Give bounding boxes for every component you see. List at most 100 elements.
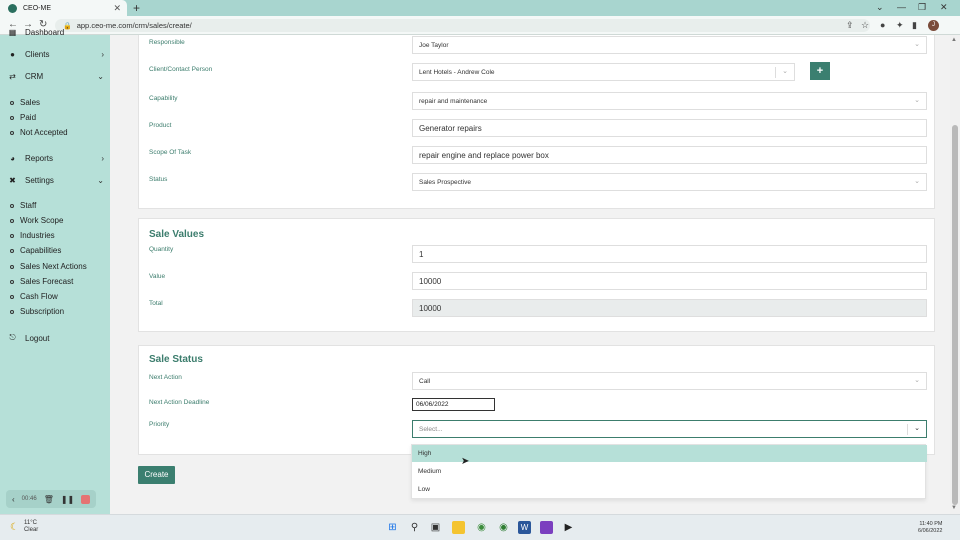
- product-label: Product: [149, 122, 172, 129]
- chevron-down-icon[interactable]: ⌄: [876, 2, 884, 13]
- new-tab-button[interactable]: +: [133, 1, 140, 15]
- sidebar-item-logout[interactable]: ⎋ Logout: [8, 333, 104, 343]
- total-input: 10000: [412, 299, 927, 317]
- scope-input[interactable]: repair engine and replace power box: [412, 146, 927, 164]
- sidebar-item-dashboard[interactable]: ▦ Dashboard: [8, 28, 104, 37]
- priority-option-high[interactable]: High: [412, 445, 927, 462]
- reports-icon: ◕: [10, 154, 15, 163]
- moon-icon: ☾: [10, 521, 19, 533]
- product-input[interactable]: Generator repairs: [412, 119, 927, 137]
- quantity-value: 1: [419, 249, 424, 259]
- sale-values-card: Sale Values Quantity 1 Value 10000 Total…: [138, 218, 935, 332]
- select-separator: [775, 67, 776, 78]
- sale-details-card: Responsible Joe Taylor ⌄ Client/Contact …: [138, 35, 935, 209]
- capability-select[interactable]: repair and maintenance ⌄: [412, 92, 927, 110]
- scroll-up-icon[interactable]: ▲: [951, 37, 957, 43]
- extension-icon[interactable]: ●: [880, 20, 885, 30]
- chevron-down-icon: ⌄: [97, 72, 104, 81]
- close-tab-icon[interactable]: ✕: [113, 3, 121, 14]
- puzzle-icon[interactable]: ✦: [896, 20, 904, 31]
- sidebar-toggle-icon[interactable]: ▮: [912, 20, 917, 31]
- sidebar-item-staff[interactable]: Staff: [10, 201, 36, 210]
- bullet-icon: [10, 294, 14, 299]
- sidebar-item-work-scope[interactable]: Work Scope: [10, 216, 63, 225]
- page-scrollbar[interactable]: ▲ ▼: [950, 35, 960, 514]
- bullet-icon: [10, 203, 14, 208]
- media-player-icon[interactable]: ▶: [562, 521, 575, 534]
- windows-start-icon[interactable]: ⊞: [386, 521, 399, 534]
- search-icon[interactable]: ⚲: [408, 521, 421, 534]
- sidebar-item-sales-next-actions[interactable]: Sales Next Actions: [10, 262, 87, 271]
- maximize-icon[interactable]: ❐: [918, 2, 926, 13]
- sidebar-item-label: Sales Forecast: [20, 277, 74, 286]
- next-action-select[interactable]: Call ⌄: [412, 372, 927, 390]
- priority-select[interactable]: Select... ⌄: [412, 420, 927, 438]
- favicon-icon: [8, 3, 17, 13]
- deadline-date-input[interactable]: 06/06/2022: [412, 398, 495, 411]
- star-icon[interactable]: ☆: [861, 20, 869, 31]
- sidebar-item-label: Settings: [25, 176, 54, 185]
- minimize-icon[interactable]: —: [897, 2, 906, 12]
- dashboard-icon: ▦: [8, 28, 17, 37]
- priority-option-medium[interactable]: Medium: [412, 463, 927, 480]
- weather-widget[interactable]: ☾ 11°C Clear: [10, 520, 38, 534]
- profile-avatar[interactable]: J: [928, 20, 939, 31]
- chevron-left-icon[interactable]: ‹: [12, 495, 15, 504]
- sidebar-item-cash-flow[interactable]: Cash Flow: [10, 292, 58, 301]
- sidebar-item-label: CRM: [25, 72, 44, 81]
- status-label: Status: [149, 176, 168, 183]
- sidebar-item-label: Cash Flow: [20, 292, 58, 301]
- windows-taskbar: ☾ 11°C Clear ⊞ ⚲ ▣ ◉ ◉ W ▶ 11:40 PM 6/06…: [0, 514, 960, 540]
- browser-tab[interactable]: CEO-ME ✕: [0, 0, 127, 16]
- trash-icon[interactable]: 🗑: [44, 495, 54, 504]
- bullet-icon: [10, 309, 14, 314]
- sidebar-item-label: Sales Next Actions: [20, 262, 87, 271]
- value-input[interactable]: 10000: [412, 272, 927, 290]
- scroll-thumb[interactable]: [952, 125, 958, 505]
- sidebar-item-label: Capabilities: [20, 246, 62, 255]
- client-select[interactable]: Lent Hotels - Andrew Cole ⌄: [412, 63, 795, 81]
- sidebar-item-sales[interactable]: Sales: [10, 98, 40, 107]
- create-button[interactable]: Create: [138, 466, 175, 484]
- close-window-icon[interactable]: ✕: [940, 2, 948, 13]
- responsible-select[interactable]: Joe Taylor ⌄: [412, 36, 927, 54]
- system-clock[interactable]: 11:40 PM 6/06/2022: [918, 521, 942, 535]
- main-content: Responsible Joe Taylor ⌄ Client/Contact …: [110, 35, 950, 514]
- sidebar-item-crm[interactable]: ⇄ CRM ⌄: [8, 72, 104, 81]
- pause-icon[interactable]: ❚❚: [61, 495, 74, 504]
- chrome-icon[interactable]: ◉: [475, 521, 488, 534]
- file-explorer-icon[interactable]: [452, 521, 465, 534]
- chrome-active-icon[interactable]: ◉: [497, 521, 510, 534]
- quantity-input[interactable]: 1: [412, 245, 927, 263]
- sidebar-item-sales-forecast[interactable]: Sales Forecast: [10, 277, 73, 286]
- status-select[interactable]: Sales Prospective ⌄: [412, 173, 927, 191]
- sidebar-item-subscription[interactable]: Subscription: [10, 307, 64, 316]
- sidebar-item-clients[interactable]: ● Clients ›: [8, 50, 104, 59]
- screen-recorder-widget: ‹ 00:46 🗑 ❚❚: [6, 490, 96, 508]
- sidebar-item-label: Work Scope: [20, 216, 64, 225]
- priority-placeholder: Select...: [419, 425, 443, 433]
- sidebar-item-paid[interactable]: Paid: [10, 113, 36, 122]
- word-icon[interactable]: W: [518, 521, 531, 534]
- sidebar-item-industries[interactable]: Industries: [10, 231, 55, 240]
- media-app-icon[interactable]: [540, 521, 553, 534]
- task-view-icon[interactable]: ▣: [429, 521, 442, 534]
- sidebar-item-not-accepted[interactable]: Not Accepted: [10, 128, 68, 137]
- total-label: Total: [149, 300, 163, 307]
- section-title: Sale Status: [149, 354, 203, 365]
- scroll-down-icon[interactable]: ▼: [951, 505, 957, 511]
- sidebar-item-capabilities[interactable]: Capabilities: [10, 246, 61, 255]
- quantity-label: Quantity: [149, 246, 174, 253]
- share-icon[interactable]: ⇪: [846, 20, 854, 31]
- chevron-down-icon: ⌄: [914, 377, 920, 384]
- add-client-button[interactable]: +: [810, 62, 830, 80]
- sidebar-item-reports[interactable]: ◕ Reports ›: [8, 154, 104, 163]
- url-field[interactable]: 🔒 app.ceo-me.com/crm/sales/create/: [55, 19, 870, 32]
- sidebar-item-settings[interactable]: ✖ Settings ⌄: [8, 176, 104, 185]
- capability-label: Capability: [149, 95, 178, 102]
- sidebar-item-label: Paid: [20, 113, 37, 122]
- priority-option-low[interactable]: Low: [412, 481, 927, 498]
- stop-icon[interactable]: [81, 494, 91, 504]
- clients-icon: ●: [10, 50, 15, 59]
- next-action-label: Next Action: [149, 374, 182, 381]
